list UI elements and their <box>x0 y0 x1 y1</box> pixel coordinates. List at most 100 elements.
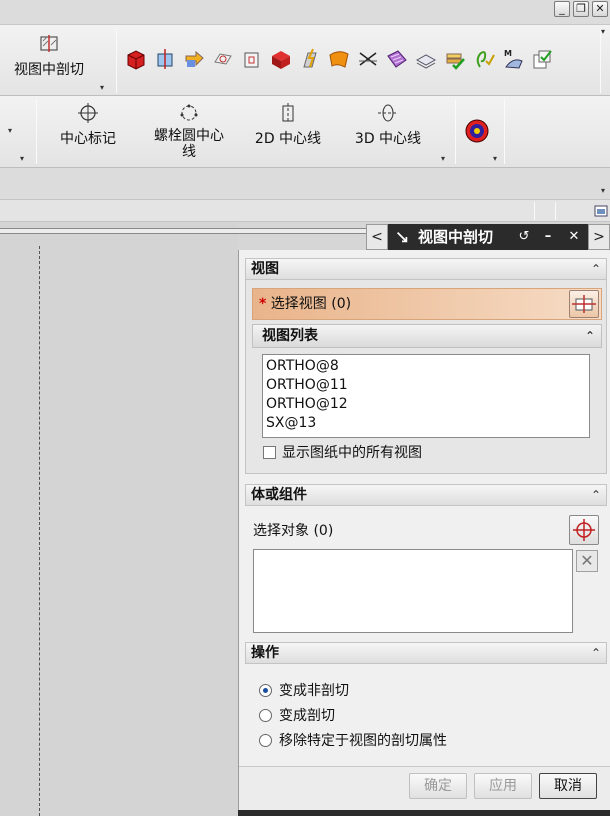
view-section-body: * 选择视图 (0) 视图列表 ⌃ ORTHO@8 ORTHO@11 ORTHO… <box>245 280 607 474</box>
dialog-title-bar[interactable]: 视图中剖切 ↺ – ✕ <box>366 224 610 250</box>
select-object-label: 选择对象 (0) <box>253 523 334 539</box>
restore-button[interactable]: ❐ <box>573 1 589 17</box>
radio-label: 移除特定于视图的剖切属性 <box>279 733 447 749</box>
spiral-check-icon[interactable] <box>472 47 496 71</box>
purple-sheet-icon[interactable] <box>385 47 409 71</box>
radio-label: 变成非剖切 <box>279 683 349 699</box>
chevron-up-icon[interactable]: ⌃ <box>591 259 601 279</box>
dialog-nav-right-button[interactable]: > <box>588 224 610 250</box>
select-view-row[interactable]: * 选择视图 (0) <box>252 288 602 320</box>
radio-make-section[interactable]: 变成剖切 <box>259 707 335 725</box>
box-view-icon[interactable] <box>240 47 264 71</box>
select-view-label: 选择视图 (0) <box>270 296 352 312</box>
dialog-pin-icon[interactable] <box>392 226 412 248</box>
body-section-header[interactable]: 体或组件 ⌃ <box>245 484 607 506</box>
show-all-views-label: 显示图纸中的所有视图 <box>282 445 422 461</box>
2d-centerline-button[interactable]: 2D 中心线 <box>246 102 330 148</box>
ribbon-divider <box>455 100 456 164</box>
ribbon-row-4 <box>0 200 610 222</box>
row2-centerline-dropdown-icon[interactable]: ▾ <box>441 154 445 163</box>
remove-object-button[interactable]: ✕ <box>576 550 598 572</box>
body-section-title: 体或组件 <box>251 487 307 503</box>
operation-section-header[interactable]: 操作 ⌃ <box>245 642 607 664</box>
mesh-icon[interactable]: M <box>501 47 525 71</box>
required-mark: * <box>259 296 267 312</box>
view-section-title: 视图 <box>251 261 279 277</box>
view-list-title: 视图列表 <box>262 328 318 344</box>
red-cube-icon[interactable] <box>269 47 293 71</box>
2d-centerline-label: 2D 中心线 <box>254 131 322 147</box>
radio-label: 变成剖切 <box>279 708 335 724</box>
stack-check-icon[interactable] <box>443 47 467 71</box>
minimize-button[interactable]: _ <box>554 1 570 17</box>
group-dropdown-icon[interactable]: ▾ <box>100 83 104 92</box>
bolt-circle-icon <box>180 104 198 121</box>
section-cube-icon[interactable] <box>153 47 177 71</box>
2d-centerline-icon <box>282 103 294 123</box>
checklist-icon[interactable] <box>530 47 554 71</box>
select-object-button[interactable] <box>569 515 599 545</box>
ribbon-dropdown-icon[interactable]: ▾ <box>601 27 605 36</box>
svg-text:M: M <box>504 49 512 58</box>
ribbon-row-3: ▾ <box>0 168 610 200</box>
panel-dock-icon[interactable] <box>594 204 608 218</box>
close-button[interactable]: ✕ <box>592 1 608 17</box>
row2-symbol-dropdown-icon[interactable]: ▾ <box>493 154 497 163</box>
ribbon-divider <box>534 202 535 220</box>
list-item[interactable]: SX@13 <box>266 414 589 433</box>
row2-group-dropdown-icon[interactable]: ▾ <box>20 154 24 163</box>
list-item[interactable]: ORTHO@11 <box>266 376 589 395</box>
center-mark-label: 中心标记 <box>60 131 116 147</box>
section-in-view-dialog: 视图 ⌃ * 选择视图 (0) 视图列表 ⌃ ORTHO@8 ORTHO@11 … <box>238 250 610 816</box>
cancel-button[interactable]: 取消 <box>539 773 597 799</box>
chevron-up-icon[interactable]: ⌃ <box>585 325 595 347</box>
row2-left-dropdown-icon[interactable]: ▾ <box>8 126 12 135</box>
row3-dropdown-icon[interactable]: ▾ <box>601 186 605 195</box>
dialog-title: 视图中剖切 <box>418 228 494 246</box>
detail-view-icon[interactable] <box>211 47 235 71</box>
arrow-shape-icon[interactable] <box>182 47 206 71</box>
ribbon-divider <box>36 100 37 164</box>
orange-surface-icon[interactable] <box>327 47 351 71</box>
show-all-views-checkbox[interactable] <box>263 446 276 459</box>
list-item[interactable]: ORTHO@12 <box>266 395 589 414</box>
selected-objects-list[interactable] <box>253 549 573 633</box>
chevron-up-icon[interactable]: ⌃ <box>591 485 601 505</box>
drawing-canvas[interactable] <box>0 222 238 816</box>
chevron-up-icon[interactable]: ⌃ <box>591 643 601 663</box>
dialog-nav-left-button[interactable]: < <box>366 224 388 250</box>
gear-symbol-icon[interactable] <box>464 118 490 144</box>
section-in-view-label: 视图中剖切 <box>14 62 84 78</box>
lightning-icon[interactable] <box>298 47 322 71</box>
operation-section-title: 操作 <box>251 645 279 661</box>
show-all-views-row[interactable]: 显示图纸中的所有视图 <box>263 444 422 462</box>
view-section-header[interactable]: 视图 ⌃ <box>245 258 607 280</box>
dialog-bottom-edge <box>238 810 610 816</box>
center-mark-button[interactable]: 中心标记 <box>50 102 126 148</box>
dialog-minimize-button[interactable]: – <box>538 226 558 248</box>
break-line-icon[interactable] <box>356 47 380 71</box>
radio-button[interactable] <box>259 684 272 697</box>
center-mark-icon <box>78 103 98 123</box>
window-controls: _ ❐ ✕ <box>0 0 610 24</box>
ok-button[interactable]: 确定 <box>409 773 467 799</box>
ribbon-divider <box>600 29 601 93</box>
radio-make-non-section[interactable]: 变成非剖切 <box>259 682 349 700</box>
list-item[interactable]: ORTHO@8 <box>266 357 589 376</box>
view-list-header[interactable]: 视图列表 ⌃ <box>252 324 602 348</box>
radio-remove-section-attr[interactable]: 移除特定于视图的剖切属性 <box>259 732 447 750</box>
bolt-circle-centerline-button[interactable]: 螺栓圆中心线 <box>144 102 234 160</box>
crosshair-icon <box>573 519 595 541</box>
view-select-icon <box>572 295 596 313</box>
radio-button[interactable] <box>259 709 272 722</box>
3d-centerline-button[interactable]: 3D 中心线 <box>346 102 430 148</box>
radio-button[interactable] <box>259 734 272 747</box>
reset-icon[interactable]: ↺ <box>514 226 534 248</box>
dialog-close-button[interactable]: ✕ <box>564 226 584 248</box>
view-list[interactable]: ORTHO@8 ORTHO@11 ORTHO@12 SX@13 <box>262 354 590 438</box>
layer-sheet-icon[interactable] <box>414 47 438 71</box>
section-in-view-button[interactable]: 视图中剖切 <box>4 33 94 79</box>
select-view-button[interactable] <box>569 290 599 318</box>
solid-cube-icon[interactable] <box>124 47 148 71</box>
apply-button[interactable]: 应用 <box>474 773 532 799</box>
